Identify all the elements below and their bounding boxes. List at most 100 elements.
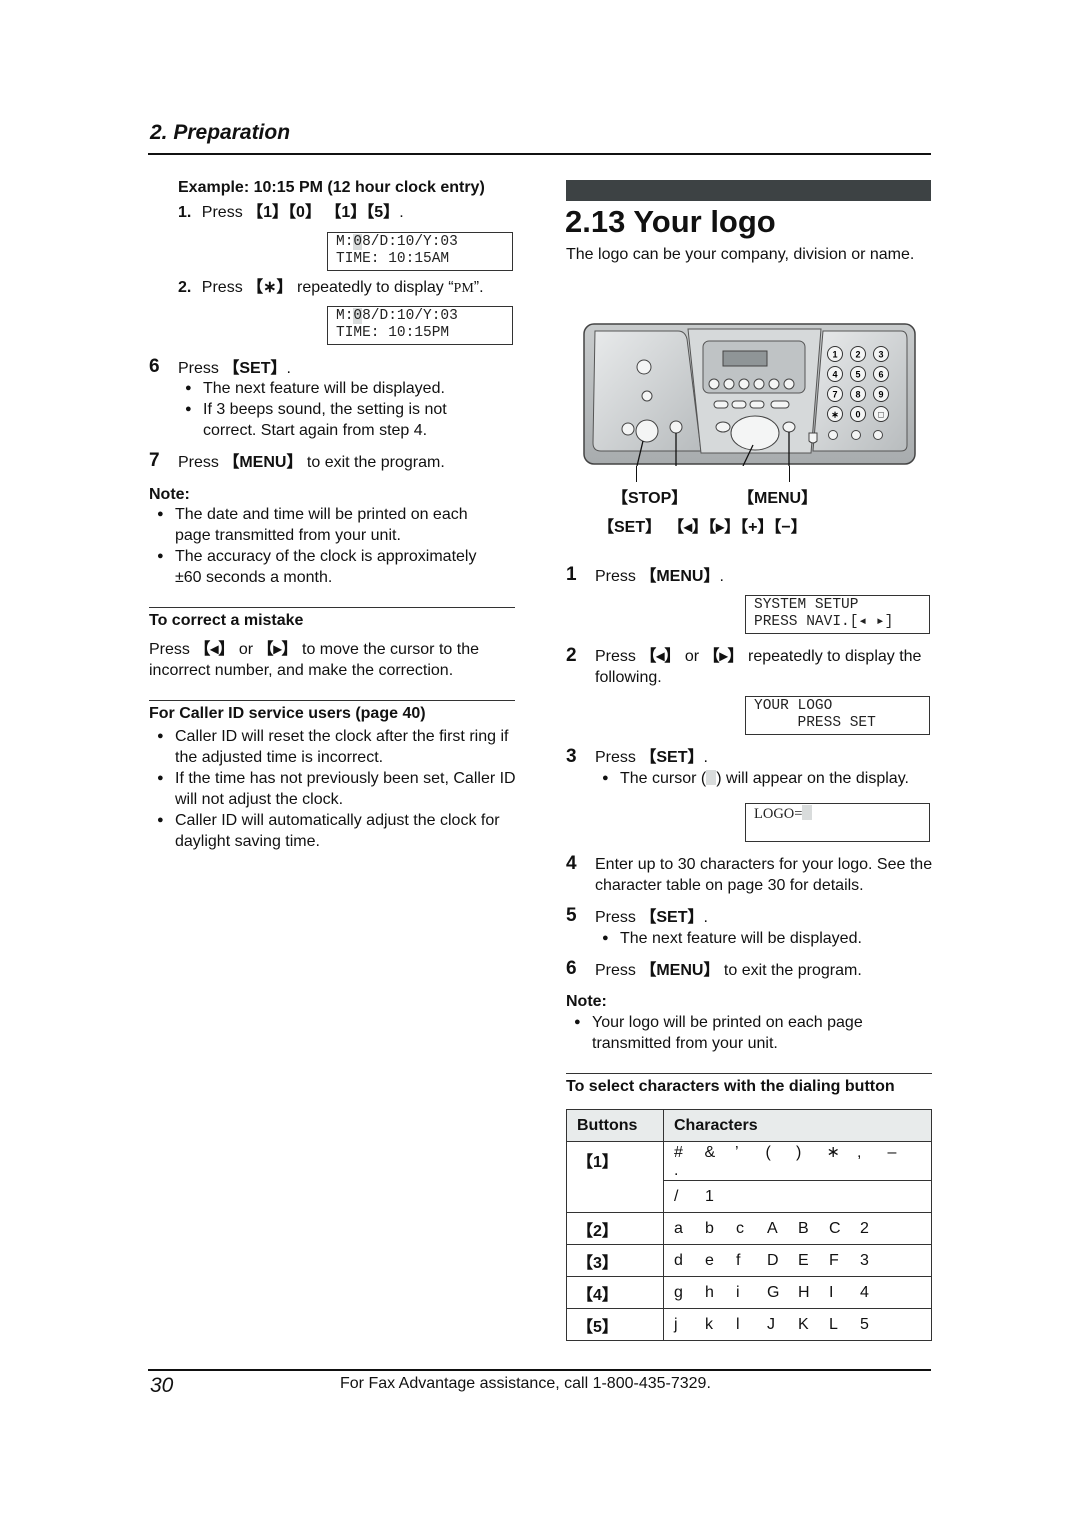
character: F <box>829 1251 839 1269</box>
key-left-arrow: 【◂】 <box>640 648 681 665</box>
table-row: 【4】 g h i G H I 4 <box>566 1276 932 1309</box>
character: a <box>674 1219 683 1237</box>
substep-text-end: . <box>399 204 404 221</box>
button-cell: 【5】 <box>566 1308 664 1341</box>
character: b <box>705 1219 714 1237</box>
character: , <box>857 1144 862 1161</box>
lcd-text: M: <box>336 234 354 250</box>
keypad-key-label: 8 <box>855 390 860 400</box>
keypad-key-label: 6 <box>878 370 883 380</box>
character: B <box>798 1219 809 1237</box>
character: A <box>767 1219 778 1237</box>
step-number: 2 <box>566 645 577 666</box>
step-text-end: . <box>703 909 708 926</box>
substep-text: repeatedly to display “ <box>292 279 454 296</box>
callout-navigator: 【◂】【▸】【+】【−】 <box>668 519 807 536</box>
divider <box>149 700 515 701</box>
step-text-end: . <box>703 749 708 766</box>
characters-cell: d e f D E F 3 <box>663 1244 932 1277</box>
keypad-key-label: 4 <box>832 370 837 380</box>
step-number: 1 <box>566 564 577 585</box>
character: h <box>705 1283 714 1301</box>
key-sequence: 【1】【0】 【1】【5】 <box>247 204 400 221</box>
character: E <box>798 1251 809 1269</box>
bullet-item: If the time has not previously been set,… <box>157 768 520 810</box>
note-item: Your logo will be printed on each page t… <box>574 1012 912 1054</box>
character: g <box>674 1283 683 1301</box>
character: ∗ <box>826 1144 840 1161</box>
character: L <box>829 1315 838 1333</box>
chapter-bar <box>566 180 931 201</box>
step-number: 6 <box>149 356 160 377</box>
step-text: Press <box>595 648 641 665</box>
lcd-text: LOGO= <box>754 806 803 822</box>
bullet-item: The next feature will be displayed. <box>185 378 493 399</box>
set-button <box>635 419 659 443</box>
step-2-text: Press 【◂】 or 【▸】 repeatedly to display t… <box>595 646 935 688</box>
characters-cell: a b c A B C 2 <box>663 1212 932 1245</box>
table-row: 【2】 a b c A B C 2 <box>566 1212 932 1245</box>
step-text: Press <box>595 962 641 979</box>
fax-control-panel-diagram: 1 2 3 4 5 6 7 8 9 ∗ 0 □ <box>583 323 916 466</box>
character: 5 <box>860 1315 869 1333</box>
character: I <box>829 1283 834 1301</box>
step-text-end: to exit the program. <box>719 962 862 979</box>
key-right-arrow: 【▸】 <box>703 648 744 665</box>
character: ( <box>765 1144 771 1161</box>
character: C <box>829 1219 841 1237</box>
keypad-key-label: 2 <box>855 350 860 360</box>
text: The cursor ( <box>620 770 707 787</box>
header-characters: Characters <box>663 1109 932 1142</box>
character: / <box>674 1187 679 1205</box>
lcd-highlight: 0 <box>353 308 363 324</box>
correct-mistake-text: Press 【◂】 or 【▸】 to move the cursor to t… <box>149 639 519 681</box>
callout-set: 【SET】 <box>598 519 662 536</box>
keypad-key-label: 9 <box>878 390 883 400</box>
intro-text: The logo can be your company, division o… <box>566 246 915 263</box>
key-star: 【∗】 <box>247 279 293 296</box>
step-4-text: Enter up to 30 characters for your logo.… <box>595 856 933 894</box>
lcd-window <box>722 350 768 367</box>
step-5-text: Press 【SET】. <box>595 907 708 928</box>
table-row: 【5】 j k l J K L 5 <box>566 1308 932 1341</box>
table-row: 【3】 d e f D E F 3 <box>566 1244 932 1277</box>
substep-text: Press <box>201 279 248 296</box>
lcd-your-logo: YOUR LOGO PRESS SET <box>745 696 930 735</box>
substep-number: 2. <box>178 279 192 296</box>
character: l <box>736 1315 740 1333</box>
step-number: 7 <box>149 450 160 471</box>
step-text: or <box>680 648 704 665</box>
lcd-text: SYSTEM SETUP <box>754 597 859 613</box>
note-item: The date and time will be printed on eac… <box>157 504 505 546</box>
character: i <box>736 1283 740 1301</box>
lcd-text: PRESS SET <box>754 715 876 731</box>
section-title: 2. Preparation <box>150 121 291 144</box>
chapter-title: 2.13 Your logo <box>565 204 776 239</box>
lcd-text: 8/D:10/Y:03 <box>362 234 458 250</box>
step-text: Press <box>178 454 224 471</box>
key-set: 【SET】 <box>640 749 704 766</box>
bullet-item: Caller ID will reset the clock after the… <box>157 726 520 768</box>
character-table: Buttons Characters 【1】 # &’() ∗, –./1 【2】 a b c A… <box>566 1109 932 1341</box>
text: ) will appear on the display. <box>716 770 909 787</box>
characters-cell: g h i GH I 4 <box>663 1276 932 1309</box>
characters-cell: j k l J K L 5 <box>663 1308 932 1341</box>
step-number: 4 <box>566 853 577 874</box>
step-3-text: Press 【SET】. <box>595 747 708 768</box>
note-label: Note: <box>566 993 607 1010</box>
lcd-text: M: <box>336 308 354 324</box>
substep-number: 1. <box>178 204 192 221</box>
step-text: Press <box>178 360 224 377</box>
keypad-key-label: 3 <box>878 350 883 360</box>
table-header-row: Buttons Characters <box>566 1109 932 1142</box>
key-menu: 【MENU】 <box>640 962 720 979</box>
stop-button <box>669 420 683 434</box>
keypad-key-label: ∗ <box>831 410 839 420</box>
lcd-text: TIME: 10:15PM <box>336 325 450 341</box>
step-text: Press <box>595 909 641 926</box>
keypad-key-label: 7 <box>832 390 837 400</box>
callout-stop: 【STOP】 <box>612 490 688 507</box>
step-1-text: Press 【MENU】. <box>595 566 724 587</box>
lcd-text: TIME: 10:15AM <box>336 251 450 267</box>
step-text: Press <box>595 749 641 766</box>
